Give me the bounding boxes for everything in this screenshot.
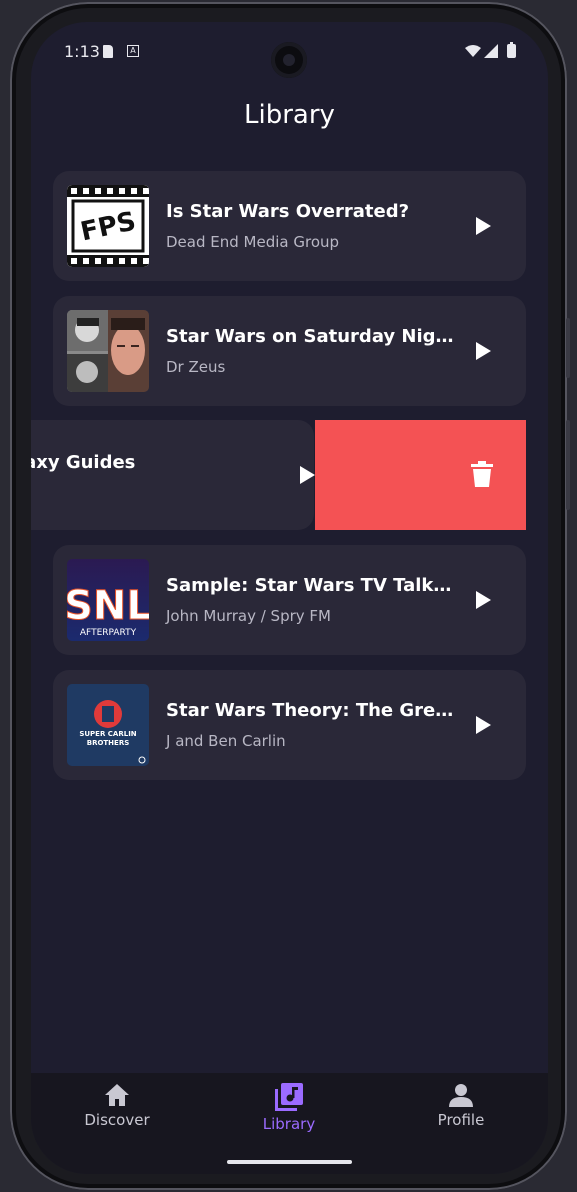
item-title: Sample: Star Wars TV Talk Podcast [166, 575, 456, 596]
item-author: Dead End Media Group [166, 233, 340, 251]
library-item[interactable]: SUPER CARLIN BROTHERS Star Wars Theory: … [53, 670, 526, 780]
power-button [566, 420, 570, 510]
delete-action[interactable] [315, 420, 526, 530]
nav-label: Profile [437, 1111, 485, 1129]
sd-card-icon [103, 45, 113, 58]
podcast-artwork [67, 310, 149, 392]
library-item[interactable]: FPS Is Star Wars Overrated? Dead End Med… [53, 171, 526, 281]
super-carlin-logo-text: SUPER CARLIN BROTHERS [79, 730, 137, 747]
nav-item-library[interactable]: Library [219, 1083, 359, 1143]
library-item[interactable]: Star Wars on Saturday Night. Dr Zeus [53, 296, 526, 406]
item-title: s Galaxy Guides [31, 452, 136, 473]
page-title: Library [244, 100, 335, 130]
nav-item-discover[interactable]: Discover [47, 1083, 187, 1143]
library-item[interactable]: s Galaxy Guides PG [31, 420, 317, 530]
signal-icon [484, 44, 498, 58]
play-icon[interactable] [297, 465, 317, 485]
item-title: Is Star Wars Overrated? [166, 201, 410, 222]
play-icon[interactable] [473, 590, 493, 610]
podcast-artwork: FPS [67, 185, 149, 267]
a-notification-icon: A [127, 45, 139, 57]
app-screen: 1:13 A Library FPS Is Star Wars Overrate… [31, 22, 548, 1174]
camera-cutout [271, 42, 307, 78]
wifi-icon [465, 45, 481, 57]
library-item[interactable]: SNL AFTERPARTY Sample: Star Wars TV Talk… [53, 545, 526, 655]
volume-button [566, 318, 570, 378]
nav-item-profile[interactable]: Profile [391, 1083, 531, 1143]
podcast-artwork: SNL AFTERPARTY [67, 559, 149, 641]
item-author: John Murray / Spry FM [166, 607, 331, 625]
play-icon[interactable] [473, 715, 493, 735]
battery-icon [507, 42, 516, 58]
gesture-home-indicator[interactable] [227, 1160, 352, 1164]
item-title: Star Wars on Saturday Night. [166, 326, 456, 347]
item-title: Star Wars Theory: The Great Star Wars [166, 700, 456, 721]
swiped-library-item[interactable]: s Galaxy Guides PG [31, 420, 526, 530]
status-time: 1:13 [64, 42, 100, 61]
item-author: J and Ben Carlin [166, 732, 286, 750]
nav-label: Discover [84, 1111, 150, 1129]
home-icon [105, 1084, 129, 1106]
afterparty-text: AFTERPARTY [80, 628, 137, 638]
person-icon [449, 1084, 473, 1107]
bottom-navigation: Discover Library Profile [31, 1073, 548, 1174]
trash-icon[interactable] [471, 461, 493, 487]
library-music-icon [275, 1083, 303, 1111]
play-icon[interactable] [473, 341, 493, 361]
snl-logo-text: SNL [67, 583, 149, 629]
nav-label: Library [262, 1115, 316, 1133]
item-author: Dr Zeus [166, 358, 226, 376]
play-icon[interactable] [473, 216, 493, 236]
podcast-artwork: SUPER CARLIN BROTHERS [67, 684, 149, 766]
